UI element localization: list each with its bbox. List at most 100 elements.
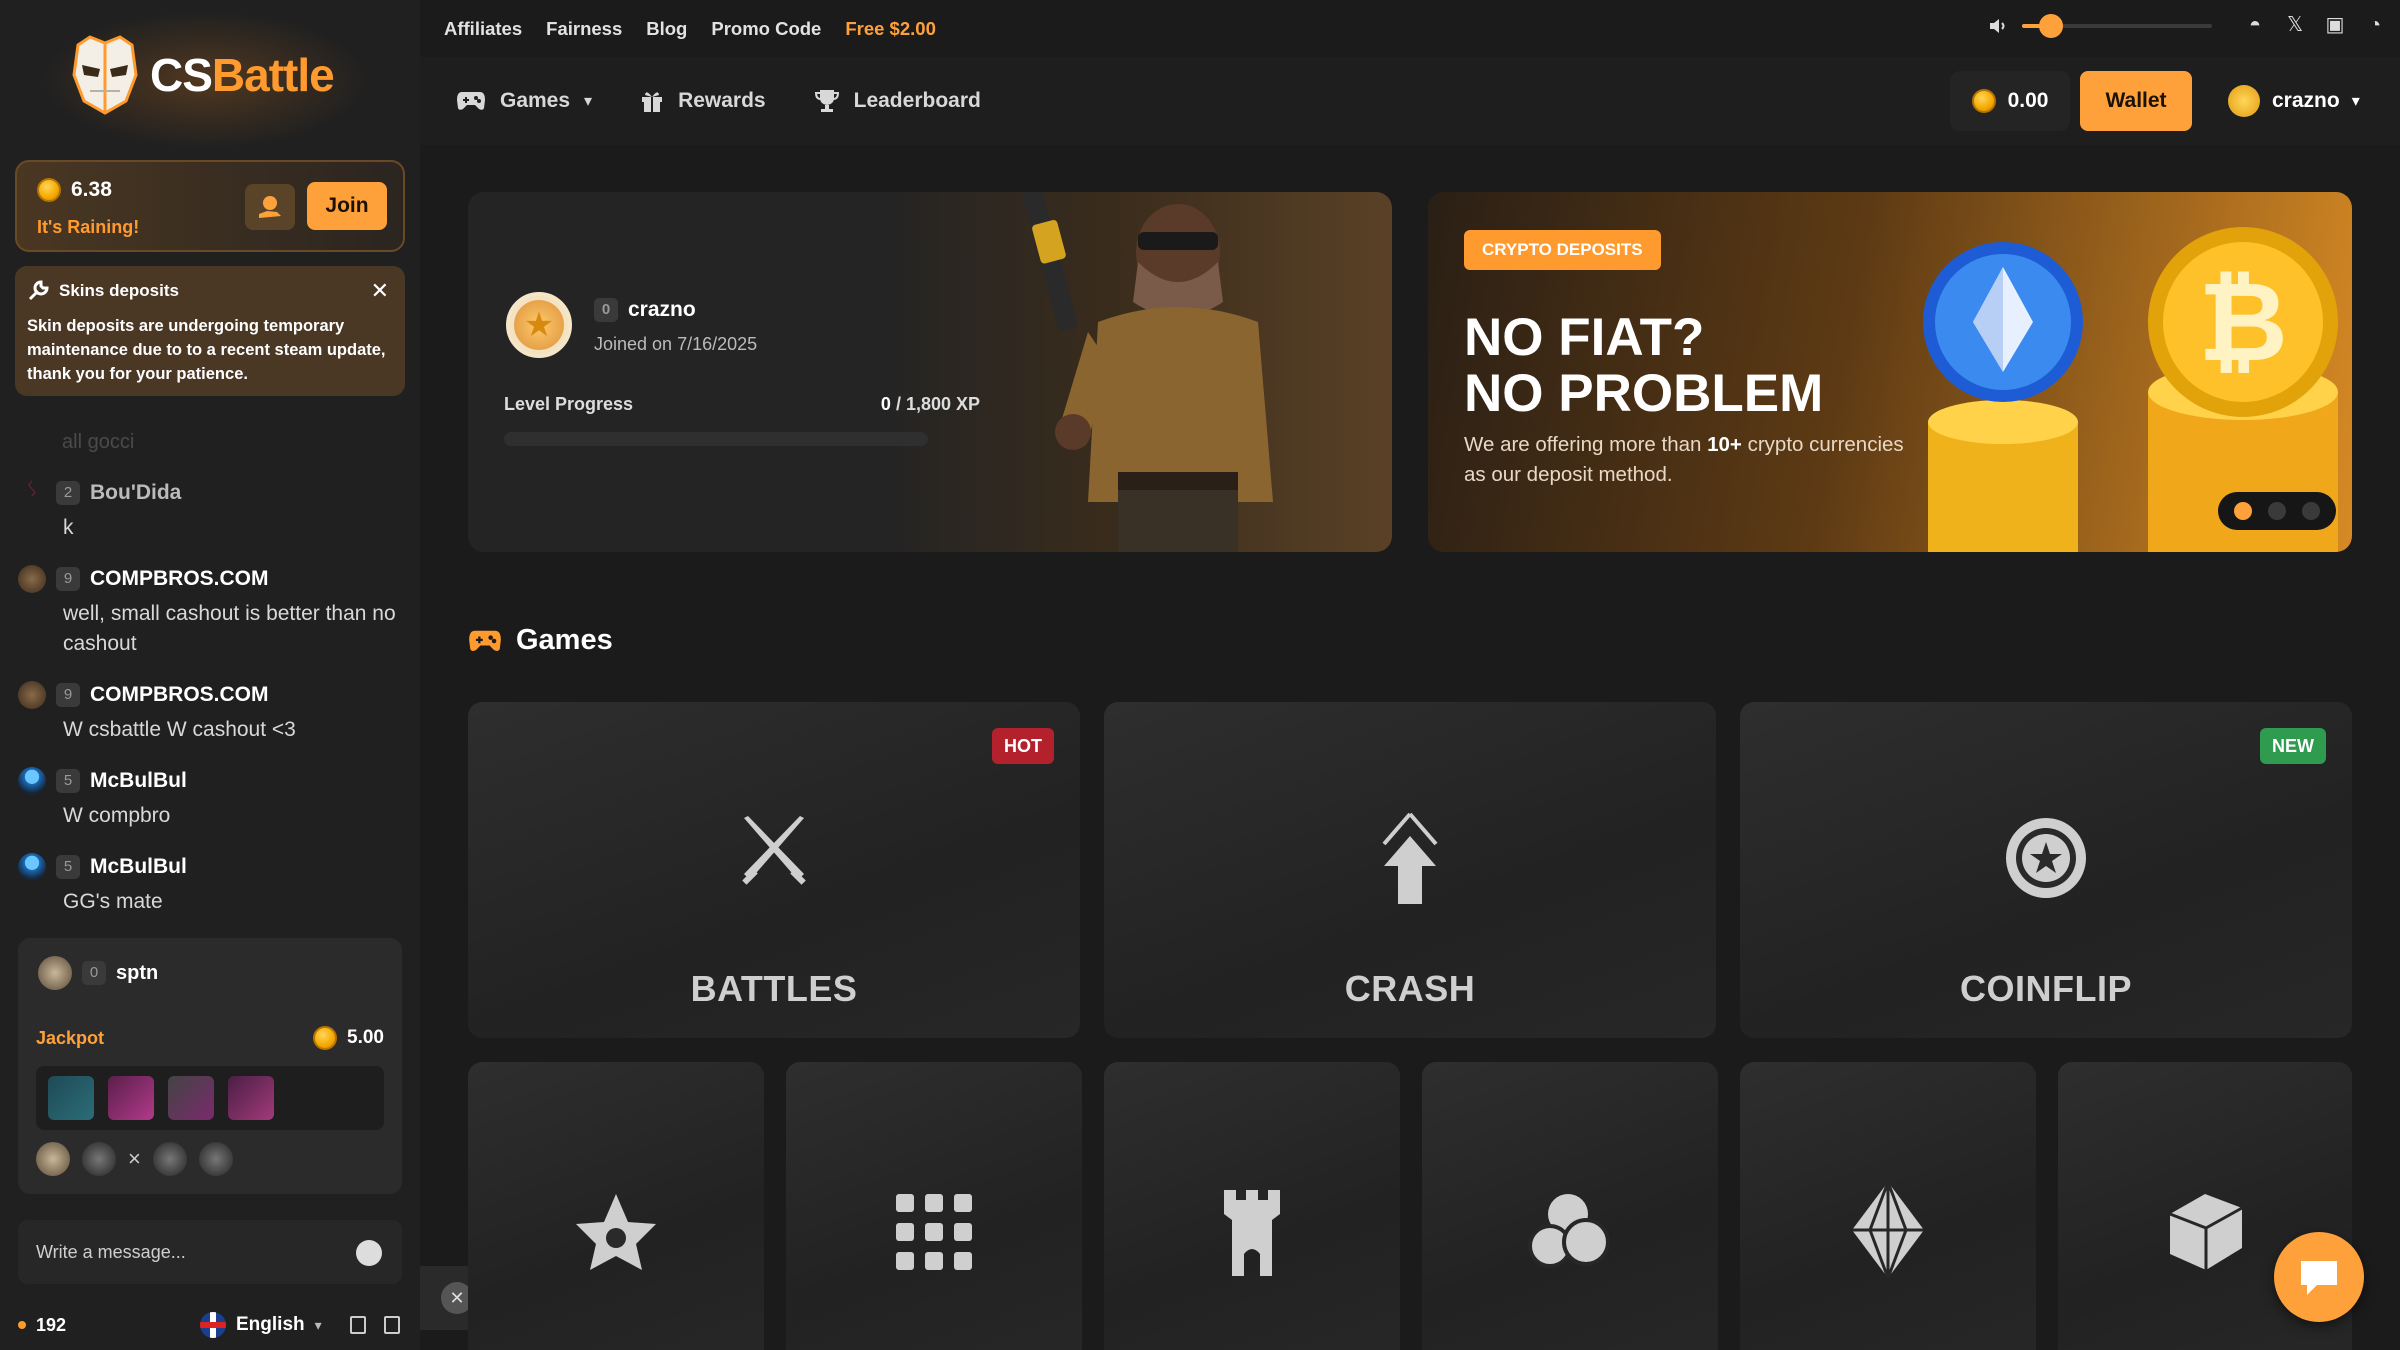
avatar[interactable] [36,1142,70,1176]
top-links: Affiliates Fairness Blog Promo Code Free… [444,0,936,57]
volume-slider[interactable] [2022,14,2212,38]
jackpot-items [36,1066,384,1130]
skin-item[interactable] [48,1076,94,1120]
star-hand-icon [576,1194,656,1270]
game-card-plinko[interactable] [1422,1062,1718,1350]
game-card-cases[interactable] [468,1062,764,1350]
promo-text: We are offering more than 10+ crypto cur… [1464,433,1904,486]
hot-badge: HOT [992,728,1054,764]
rain-tip-button[interactable] [245,184,295,230]
chat-username[interactable]: McBulBul [90,769,187,793]
volume-thumb[interactable] [2038,14,2063,38]
level-progress-bar [504,432,928,446]
promo-heading: NO FIAT? NO PROBLEM [1464,308,1824,423]
game-card-mines[interactable] [786,1062,1082,1350]
soldier-illustration [1021,192,1273,552]
user-avatar [2228,85,2260,117]
close-icon[interactable]: ✕ [371,278,389,304]
promo-code-link[interactable]: Promo Code [711,18,821,40]
new-badge: NEW [2260,728,2326,764]
gamepad-icon [469,630,501,651]
carousel-dot[interactable] [2302,502,2320,520]
speaker-icon[interactable] [1988,16,2008,36]
promo-banner[interactable]: CRYPTO DEPOSITS NO FIAT? NO PROBLEM We ar… [1428,192,2352,552]
hand-coin-icon [259,196,281,218]
jackpot-card[interactable]: 0 sptn Jackpot 5.00 × [18,938,402,1194]
avatar[interactable] [152,1142,187,1176]
game-card-towers[interactable] [1104,1062,1400,1350]
x-icon[interactable]: 𝕏 [2284,14,2306,36]
grid-dots-icon [896,1194,972,1270]
chat-username[interactable]: COMPBROS.COM [90,683,269,707]
jackpot-players: × [36,1142,233,1176]
free-bonus-link[interactable]: Free $2.00 [845,18,936,40]
avatar[interactable] [18,565,46,593]
chevron-down-icon: ▾ [2351,93,2360,110]
game-name: CRASH [1344,968,1476,1009]
chat-message: 9 COMPBROS.COM W csbattle W cashout <3 [18,681,408,745]
balance-display[interactable]: 0.00 [1950,71,2070,131]
blog-link[interactable]: Blog [646,18,687,40]
nav-leaderboard[interactable]: Leaderboard [814,88,981,114]
carousel-dot[interactable] [2234,502,2252,520]
wallet-button[interactable]: Wallet [2080,71,2192,131]
emoji-icon[interactable] [356,1240,382,1266]
gift-icon [642,92,663,112]
avatar[interactable] [198,1142,233,1176]
chat-text: k [63,516,74,539]
game-card-battles[interactable]: HOT BATTLES [468,702,1080,1038]
logo[interactable]: CSBattle [70,30,335,120]
steam-icon[interactable]: ◔ [2364,14,2386,36]
avatar[interactable]: ᛊ [18,479,46,507]
game-card-crash[interactable]: CRASH [1104,702,1716,1038]
avatar[interactable] [82,1142,116,1176]
skin-item[interactable] [168,1076,214,1120]
chat-message: 5 McBulBul GG's mate [18,853,408,917]
skins-notice: Skins deposits Skin deposits are undergo… [15,266,405,396]
coin-icon [313,1026,338,1050]
swords-icon [742,816,806,885]
case-icon [2169,1194,2243,1270]
join-rain-button[interactable]: Join [307,182,387,230]
chat-message-input[interactable] [36,1234,336,1270]
discord-icon[interactable]: ◓ [2244,14,2266,36]
support-chat-button[interactable] [2274,1232,2364,1322]
mask-logo-icon [72,35,138,115]
level-star-badge-icon: ★ [506,292,572,358]
nav-games[interactable]: Games ▾ [456,89,592,113]
fairness-link[interactable]: Fairness [546,18,622,40]
game-card-upgrader[interactable] [1740,1062,2036,1350]
language-selector[interactable]: English ▾ [200,1312,322,1338]
nav-rewards[interactable]: Rewards [640,89,766,113]
level-badge: 9 [56,567,80,591]
carousel-dot[interactable] [2268,502,2286,520]
chat-bubble-icon [2301,1261,2337,1295]
trophy-icon [814,90,839,112]
sidebar-footer: 192 English ▾ [0,1300,420,1350]
tower-icon [1224,1190,1280,1276]
profile-joined: Joined on 7/16/2025 [594,334,758,354]
avatar[interactable] [18,767,46,795]
avatar[interactable] [18,681,46,709]
games-section-title: Games [468,624,613,657]
game-card-coinflip[interactable]: NEW COINFLIP [1740,702,2352,1038]
chat-username[interactable]: COMPBROS.COM [90,567,269,591]
coin-icon [1971,89,1996,113]
level-progress-label: Level Progress [504,394,634,414]
skin-item[interactable] [108,1076,154,1120]
chat-username[interactable]: Bou'Dida [90,481,181,505]
affiliates-link[interactable]: Affiliates [444,18,522,40]
gift-icon[interactable] [384,1316,400,1334]
rules-icon[interactable] [350,1316,366,1334]
user-menu[interactable]: crazno ▾ [2228,71,2360,131]
online-dot-icon [18,1321,26,1329]
level-badge: 5 [56,769,80,793]
avatar[interactable] [38,956,72,990]
skin-item[interactable] [228,1076,274,1120]
jackpot-username[interactable]: sptn [116,962,158,985]
kick-icon[interactable]: ▣ [2324,14,2346,36]
avatar[interactable] [18,853,46,881]
jackpot-amount: 5.00 [313,1026,384,1050]
level-badge: 5 [56,855,80,879]
chat-username[interactable]: McBulBul [90,855,187,879]
